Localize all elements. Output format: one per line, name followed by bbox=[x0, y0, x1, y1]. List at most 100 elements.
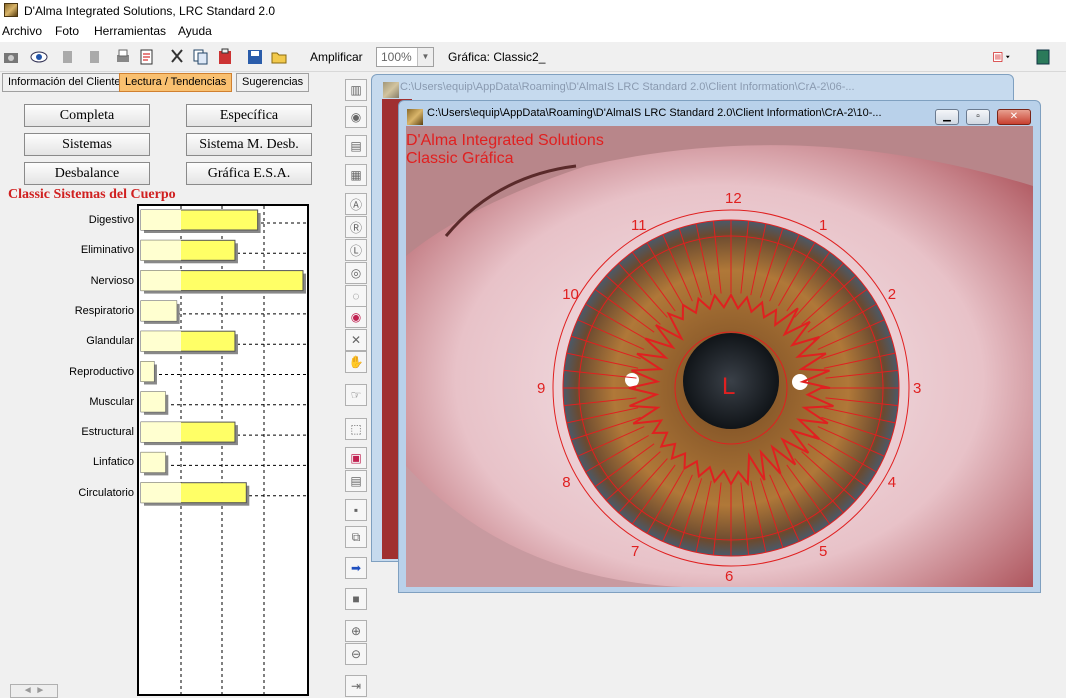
dual-icon[interactable]: ▤ bbox=[345, 470, 367, 492]
hand-point-icon[interactable]: ☞ bbox=[345, 384, 367, 406]
chart-bar-highlight bbox=[141, 391, 166, 412]
chart-category-label: Circulatorio bbox=[78, 486, 134, 499]
chart-category-label: Respiratorio bbox=[74, 304, 134, 317]
chart-bar-highlight bbox=[141, 482, 181, 503]
select-icon[interactable]: ⬚ bbox=[345, 418, 367, 440]
minimize-button[interactable]: ▁ bbox=[935, 109, 959, 125]
zoom-value: 100% bbox=[381, 50, 412, 64]
save-icon[interactable] bbox=[244, 46, 266, 68]
rotate-right-icon[interactable] bbox=[82, 46, 104, 68]
hand-icon[interactable]: ✋ bbox=[345, 351, 367, 373]
zoom-label: Amplificar bbox=[310, 50, 363, 64]
chart-category-label: Linfatico bbox=[93, 456, 134, 469]
back-window-icon bbox=[383, 82, 399, 98]
chart-svg bbox=[140, 206, 307, 694]
chart-bar-highlight bbox=[141, 452, 166, 473]
clock-number: 5 bbox=[819, 543, 827, 560]
pink-icon[interactable]: ▣ bbox=[345, 447, 367, 469]
copy-icon[interactable] bbox=[190, 46, 212, 68]
chart-bar-highlight bbox=[141, 240, 181, 261]
tab-lectura-tendencias[interactable]: Lectura / Tendencias bbox=[119, 73, 233, 92]
tab-informacion-cliente[interactable]: Información del Cliente bbox=[2, 73, 127, 92]
clock-number: 9 bbox=[537, 380, 545, 397]
clock-number: 7 bbox=[631, 543, 639, 560]
book-icon[interactable] bbox=[1032, 46, 1054, 68]
print-preview-icon[interactable] bbox=[136, 46, 158, 68]
app-icon bbox=[4, 3, 18, 17]
clock-number: 11 bbox=[631, 217, 647, 234]
watermark-line2: Classic Gráfica bbox=[406, 150, 514, 167]
open-folder-icon[interactable] bbox=[268, 46, 290, 68]
target-red-icon[interactable]: ◉ bbox=[345, 306, 367, 328]
eye-icon[interactable] bbox=[28, 46, 50, 68]
back-window-title: C:\Users\equip\AppData\Roaming\D'AlmaIS … bbox=[400, 81, 855, 93]
exit-icon[interactable]: ⇥ bbox=[345, 675, 367, 697]
eye-icon[interactable]: ◉ bbox=[345, 106, 367, 128]
chevron-down-icon: ▼ bbox=[417, 48, 433, 66]
front-window-icon bbox=[407, 109, 423, 125]
notes-icon[interactable]: ▤ bbox=[345, 135, 367, 157]
especifica-button[interactable]: Específica bbox=[186, 104, 312, 127]
menu-bar: Archivo Foto Herramientas Ayuda bbox=[0, 22, 1066, 42]
clock-number: 8 bbox=[562, 474, 570, 491]
chart-bar-highlight bbox=[141, 361, 154, 382]
chart-frame bbox=[137, 204, 309, 696]
crop-icon[interactable]: ⧉ bbox=[345, 526, 367, 548]
chart-category-label: Glandular bbox=[86, 335, 134, 348]
menu-ayuda[interactable]: Ayuda bbox=[178, 24, 212, 38]
circle-dashed-icon[interactable]: ◌ bbox=[345, 285, 367, 307]
stop-icon[interactable]: ■ bbox=[345, 588, 367, 610]
paste-icon[interactable] bbox=[214, 46, 236, 68]
chart-category-label: Eliminativo bbox=[80, 244, 134, 257]
clock-number: 12 bbox=[725, 190, 742, 207]
desbalance-button[interactable]: Desbalance bbox=[24, 162, 150, 185]
menu-foto[interactable]: Foto bbox=[55, 24, 79, 38]
clock-number: 4 bbox=[888, 474, 896, 491]
sistemas-button[interactable]: Sistemas bbox=[24, 133, 150, 156]
chart-bar-highlight bbox=[141, 210, 181, 230]
close-button[interactable]: ✕ bbox=[997, 109, 1031, 125]
zoom-out-icon[interactable]: ⊖ bbox=[345, 643, 367, 665]
clock-number: 3 bbox=[913, 380, 921, 397]
zoom-in-icon[interactable]: ⊕ bbox=[345, 620, 367, 642]
chart-name-label: Gráfica: Classic2_ bbox=[448, 50, 546, 64]
clock-number: 6 bbox=[725, 568, 733, 585]
chart-category-label: Reproductivo bbox=[69, 365, 134, 378]
zoom-select[interactable]: 100% ▼ bbox=[376, 47, 434, 67]
iris-image[interactable]: D'Alma Integrated Solutions Classic Gráf… bbox=[406, 126, 1033, 587]
completa-button[interactable]: Completa bbox=[24, 104, 150, 127]
r-icon[interactable]: Ⓡ bbox=[345, 216, 367, 238]
target-icon[interactable]: ◎ bbox=[345, 262, 367, 284]
print-icon[interactable] bbox=[112, 46, 134, 68]
tab-sugerencias[interactable]: Sugerencias bbox=[236, 73, 310, 92]
toolbar: Amplificar Gráfica: Classic2_ bbox=[0, 42, 1066, 72]
clock-number: 10 bbox=[562, 286, 579, 303]
cut-icon[interactable] bbox=[166, 46, 188, 68]
menu-archivo[interactable]: Archivo bbox=[2, 24, 42, 38]
chart-bar-highlight bbox=[141, 270, 181, 291]
l-icon[interactable]: Ⓛ bbox=[345, 239, 367, 261]
a-icon[interactable]: Ⓐ bbox=[345, 193, 367, 215]
menu-herramientas[interactable]: Herramientas bbox=[94, 24, 166, 38]
chart-bar-highlight bbox=[141, 422, 181, 443]
chart-category-label: Estructural bbox=[81, 426, 134, 439]
film-icon[interactable]: ▪ bbox=[345, 499, 367, 521]
grafica-esa-button[interactable]: Gráfica E.S.A. bbox=[186, 162, 312, 185]
chart-category-label: Digestivo bbox=[88, 214, 134, 226]
cross-icon[interactable]: ✕ bbox=[345, 329, 367, 351]
title-bar: D'Alma Integrated Solutions, LRC Standar… bbox=[0, 0, 1066, 22]
chart-bar-highlight bbox=[141, 300, 177, 321]
rotate-left-icon[interactable] bbox=[58, 46, 80, 68]
chart-category-label: Muscular bbox=[89, 395, 134, 408]
grid-icon[interactable]: ▥ bbox=[345, 79, 367, 101]
report-dropdown-icon[interactable] bbox=[986, 46, 1018, 68]
chart-edit-icon[interactable]: ▦ bbox=[345, 164, 367, 186]
arrow-right-icon[interactable]: ➡ bbox=[345, 557, 367, 579]
chart-bar-highlight bbox=[141, 331, 181, 352]
maximize-button[interactable]: ▫ bbox=[966, 109, 990, 125]
sistema-m-desb-button[interactable]: Sistema M. Desb. bbox=[186, 133, 312, 156]
clock-number: 1 bbox=[819, 217, 827, 234]
nav-arrows[interactable]: ◄ ► bbox=[10, 684, 58, 698]
eye-side-label: L bbox=[722, 373, 735, 400]
camera-icon[interactable] bbox=[0, 46, 22, 68]
